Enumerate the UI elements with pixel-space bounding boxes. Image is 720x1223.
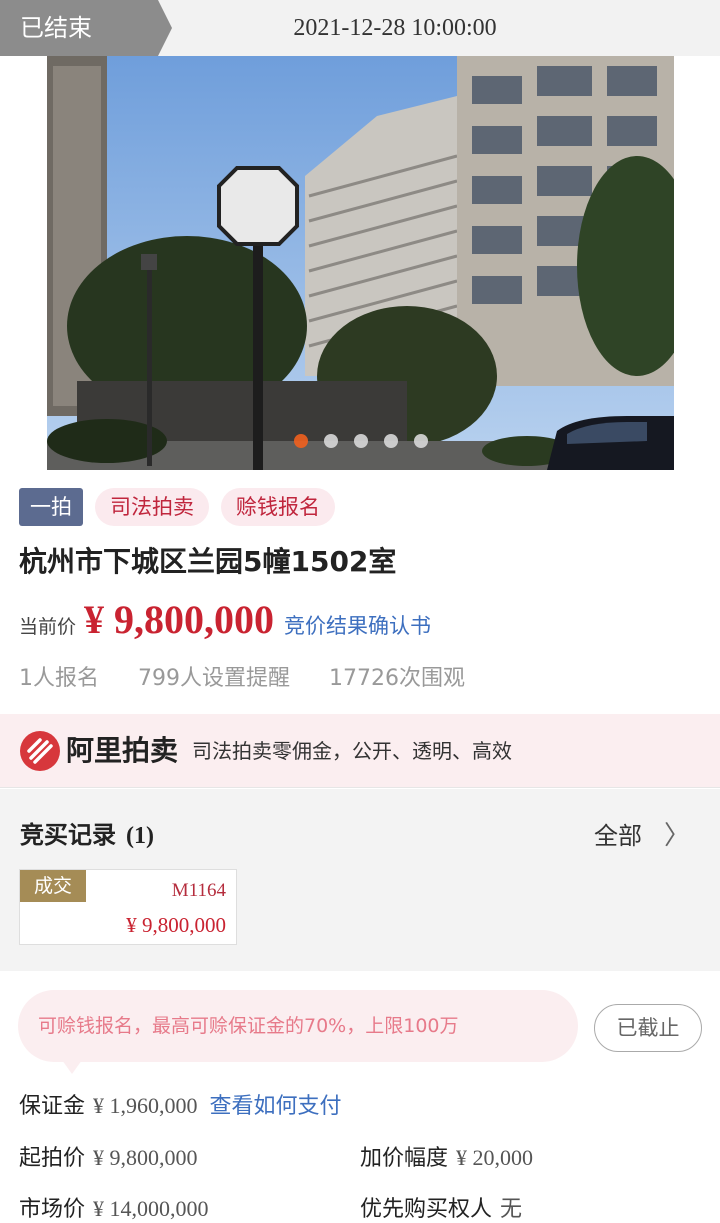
judicial-auction-tag: 司法拍卖 bbox=[95, 488, 209, 526]
increment-value: ¥ 20,000 bbox=[456, 1145, 534, 1170]
bid-records-count: (1) bbox=[126, 823, 154, 849]
start-price-label: 起拍价 bbox=[19, 1146, 86, 1171]
market-price-label: 市场价 bbox=[19, 1197, 86, 1222]
result-confirmation-link[interactable]: 竞价结果确认书 bbox=[284, 610, 431, 640]
signup-count: 1人报名 bbox=[19, 666, 99, 691]
deposit-label: 保证金 bbox=[19, 1094, 86, 1119]
bid-records-title: 竞买记录 (1) bbox=[20, 815, 154, 850]
market-price-value: ¥ 14,000,000 bbox=[93, 1196, 209, 1221]
start-price-value: ¥ 9,800,000 bbox=[93, 1145, 198, 1170]
bid-price: ¥ 9,800,000 bbox=[126, 913, 226, 937]
deal-badge: 成交 bbox=[20, 870, 86, 902]
start-price-row: 起拍价 ¥ 9,800,000 bbox=[19, 1140, 198, 1172]
market-price-row: 市场价 ¥ 14,000,000 bbox=[19, 1191, 209, 1223]
auction-tags: 一拍 司法拍卖 赊钱报名 bbox=[19, 488, 335, 526]
end-time: 2021-12-28 10:00:00 bbox=[293, 15, 497, 41]
priority-buyer-label: 优先购买权人 bbox=[360, 1197, 493, 1222]
auction-stats: 1人报名 799人设置提醒 17726次围观 bbox=[19, 660, 485, 692]
ali-auction-banner[interactable]: 阿里拍卖 司法拍卖零佣金，公开、透明、高效 bbox=[0, 714, 720, 788]
auction-status-badge: 已结束 bbox=[0, 0, 172, 56]
chevron-right-icon: 〉 bbox=[663, 821, 690, 851]
round-tag: 一拍 bbox=[19, 488, 83, 526]
reminder-count: 799人设置提醒 bbox=[138, 666, 290, 691]
carousel-dot[interactable] bbox=[293, 434, 308, 448]
carousel-dot[interactable] bbox=[383, 434, 398, 448]
current-price: ¥ 9,800,000 bbox=[84, 597, 275, 642]
credit-notice-bubble: 可赊钱报名，最高可赊保证金的70%，上限100万 bbox=[18, 990, 578, 1062]
bid-records-label: 竞买记录 bbox=[20, 821, 116, 849]
deposit-row: 保证金 ¥ 1,960,000 查看如何支付 bbox=[19, 1088, 342, 1120]
bidder-id: M1164 bbox=[171, 880, 226, 901]
credit-notice-text: 可赊钱报名，最高可赊保证金的70%，上限100万 bbox=[38, 1015, 459, 1037]
increment-label: 加价幅度 bbox=[360, 1146, 449, 1171]
property-photo-carousel[interactable] bbox=[47, 56, 674, 470]
view-all-records-button[interactable]: 全部〉 bbox=[594, 815, 690, 852]
carousel-indicators bbox=[47, 434, 674, 448]
property-title: 杭州市下城区兰园5幢1502室 bbox=[19, 545, 397, 578]
top-bar: 已结束 2021-12-28 10:00:00 bbox=[0, 0, 720, 56]
banner-slogan: 司法拍卖零佣金，公开、透明、高效 bbox=[192, 739, 512, 763]
priority-buyer-value: 无 bbox=[500, 1196, 523, 1221]
carousel-dot[interactable] bbox=[353, 434, 368, 448]
view-count: 17726次围观 bbox=[329, 666, 465, 691]
bid-records-section: 竞买记录 (1) 全部〉 成交 M1164 ¥ 9,800,000 bbox=[0, 789, 720, 971]
ali-auction-logo-icon bbox=[20, 731, 60, 771]
closed-button[interactable]: 已截止 bbox=[594, 1004, 702, 1052]
ali-auction-logo-text: 阿里拍卖 bbox=[66, 734, 179, 767]
current-price-row: 当前价 ¥ 9,800,000 竞价结果确认书 bbox=[19, 596, 431, 646]
credit-signup-tag: 赊钱报名 bbox=[221, 488, 335, 526]
carousel-dot[interactable] bbox=[323, 434, 338, 448]
how-to-pay-link[interactable]: 查看如何支付 bbox=[210, 1094, 342, 1119]
priority-buyer-row: 优先购买权人无 bbox=[360, 1191, 522, 1223]
view-all-label: 全部 bbox=[593, 822, 642, 850]
notice-bubble-tail bbox=[62, 1060, 82, 1074]
price-label: 当前价 bbox=[19, 616, 77, 638]
carousel-dot[interactable] bbox=[413, 434, 428, 448]
deposit-value: ¥ 1,960,000 bbox=[93, 1093, 198, 1118]
property-photo bbox=[47, 56, 674, 470]
increment-row: 加价幅度 ¥ 20,000 bbox=[360, 1140, 533, 1172]
bid-record-card[interactable]: 成交 M1164 ¥ 9,800,000 bbox=[19, 869, 237, 945]
